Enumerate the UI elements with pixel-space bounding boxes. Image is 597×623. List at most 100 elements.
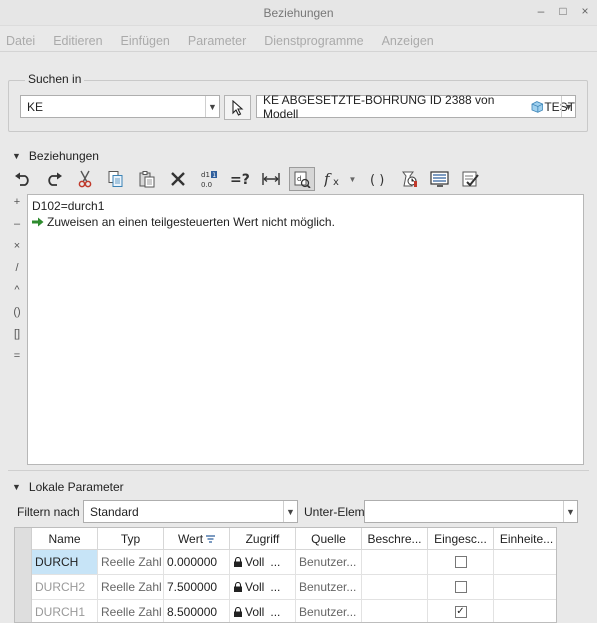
cell-zugriff-more[interactable]: ...: [270, 580, 280, 594]
sub-elem-select[interactable]: ▼: [364, 500, 578, 523]
operator-minus-button[interactable]: –: [10, 218, 24, 240]
cell-zugriff-more[interactable]: ...: [270, 555, 280, 569]
operator-equals-button[interactable]: =: [10, 350, 24, 372]
table-row[interactable]: DURCH Reelle Zahl 0.000000 Voll ... Benu…: [32, 550, 556, 575]
cell-name[interactable]: DURCH: [32, 550, 98, 575]
cell-zugriff-value: Voll: [245, 580, 265, 594]
menu-einfuegen[interactable]: Einfügen: [121, 30, 170, 51]
verify-icon[interactable]: [458, 167, 484, 191]
cell-einheiten[interactable]: [494, 600, 556, 622]
cell-wert[interactable]: 8.500000: [164, 600, 230, 622]
checkbox[interactable]: [454, 581, 467, 593]
chevron-down-icon[interactable]: ▼: [283, 501, 297, 522]
cell-zugriff[interactable]: Voll ...: [230, 600, 296, 622]
function-icon[interactable]: fx ▼: [320, 167, 360, 191]
collapse-triangle-icon[interactable]: ▼: [12, 151, 21, 161]
cell-einheiten[interactable]: [494, 550, 556, 575]
checkbox[interactable]: [454, 556, 467, 568]
relation-error-text: Zuweisen an einen teilgesteuerten Wert n…: [47, 215, 335, 229]
cell-eingeschraenkt[interactable]: [428, 550, 494, 575]
filter-select[interactable]: Standard ▼: [83, 500, 298, 523]
undo-icon[interactable]: [10, 167, 36, 191]
cell-name[interactable]: DURCH2: [32, 575, 98, 600]
cell-zugriff[interactable]: Voll ...: [230, 550, 296, 575]
cell-name[interactable]: DURCH1: [32, 600, 98, 622]
cell-einheiten[interactable]: [494, 575, 556, 600]
paste-icon[interactable]: [134, 167, 160, 191]
unit-check-icon[interactable]: [396, 167, 422, 191]
chevron-down-icon[interactable]: ▼: [563, 501, 577, 522]
title-bar: Beziehungen – □ ×: [0, 0, 597, 26]
delete-icon[interactable]: [165, 167, 191, 191]
column-header-wert[interactable]: Wert: [164, 528, 230, 550]
cell-wert[interactable]: 0.000000: [164, 550, 230, 575]
cell-quelle[interactable]: Benutzer...: [296, 600, 362, 622]
evaluate-icon[interactable]: =?: [227, 167, 253, 191]
column-header-zugriff[interactable]: Zugriff: [230, 528, 296, 550]
column-header-beschreibung[interactable]: Beschre...: [362, 528, 428, 550]
sort-icon[interactable]: d1 0.0 1: [196, 167, 222, 191]
type-select-value: KE: [27, 99, 44, 114]
collapse-triangle-icon[interactable]: ▼: [12, 482, 21, 492]
svg-text:0.0: 0.0: [201, 181, 212, 189]
table-row[interactable]: DURCH2 Reelle Zahl 7.500000 Voll ... Ben…: [32, 575, 556, 600]
operator-plus-button[interactable]: +: [10, 196, 24, 218]
cell-typ[interactable]: Reelle Zahl: [98, 575, 164, 600]
local-params-section-header[interactable]: ▼ Lokale Parameter: [12, 480, 124, 494]
menu-dienstprogramme[interactable]: Dienstprogramme: [264, 30, 363, 51]
checkbox-checked[interactable]: ✓: [454, 606, 467, 618]
column-header-name[interactable]: Name: [32, 528, 98, 550]
operator-brackets-button[interactable]: []: [10, 328, 24, 350]
chevron-down-icon[interactable]: ▼: [561, 96, 575, 117]
cut-icon[interactable]: [72, 167, 98, 191]
cell-beschreibung[interactable]: [362, 575, 428, 600]
cell-typ[interactable]: Reelle Zahl: [98, 600, 164, 622]
cell-wert[interactable]: 7.500000: [164, 575, 230, 600]
operator-parentheses-button[interactable]: (): [10, 306, 24, 328]
operator-multiply-button[interactable]: ×: [10, 240, 24, 262]
operator-power-button[interactable]: ^: [10, 284, 24, 306]
menu-parameter[interactable]: Parameter: [188, 30, 246, 51]
menu-editieren[interactable]: Editieren: [53, 30, 102, 51]
cell-typ[interactable]: Reelle Zahl: [98, 550, 164, 575]
cell-eingeschraenkt[interactable]: ✓: [428, 600, 494, 622]
target-select-value: KE ABGESETZTE-BOHRUNG ID 2388 von Modell: [263, 92, 495, 121]
row-header-strip: [15, 528, 32, 622]
type-select[interactable]: KE ▼: [20, 95, 220, 118]
display-icon[interactable]: [427, 167, 453, 191]
maximize-button[interactable]: □: [557, 4, 569, 18]
measure-icon[interactable]: [258, 167, 284, 191]
chevron-down-icon[interactable]: ▼: [205, 96, 219, 117]
column-header-typ[interactable]: Typ: [98, 528, 164, 550]
copy-icon[interactable]: [103, 167, 129, 191]
operator-palette: + – × / ^ () [] =: [10, 196, 24, 372]
cell-quelle[interactable]: Benutzer...: [296, 575, 362, 600]
menu-datei[interactable]: Datei: [6, 30, 35, 51]
cell-beschreibung[interactable]: [362, 600, 428, 622]
cell-quelle[interactable]: Benutzer...: [296, 550, 362, 575]
relation-line[interactable]: D102=durch1: [32, 199, 579, 213]
cell-eingeschraenkt[interactable]: [428, 575, 494, 600]
show-dimension-icon[interactable]: d: [289, 167, 315, 191]
cell-beschreibung[interactable]: [362, 550, 428, 575]
window-title: Beziehungen: [263, 6, 334, 20]
column-header-einheiten[interactable]: Einheite...: [494, 528, 556, 550]
target-select[interactable]: KE ABGESETZTE-BOHRUNG ID 2388 von Modell…: [256, 92, 576, 121]
brackets-icon[interactable]: ( ): [365, 167, 391, 191]
relations-section-header[interactable]: ▼ Beziehungen: [12, 149, 99, 163]
operator-divide-button[interactable]: /: [10, 262, 24, 284]
lock-icon: [234, 582, 242, 592]
table-row[interactable]: DURCH1 Reelle Zahl 8.500000 Voll ... Ben…: [32, 600, 556, 622]
menu-anzeigen[interactable]: Anzeigen: [382, 30, 434, 51]
cell-zugriff[interactable]: Voll ...: [230, 575, 296, 600]
chevron-down-icon[interactable]: ▼: [349, 175, 357, 184]
relations-editor[interactable]: D102=durch1 Zuweisen an einen teilgesteu…: [27, 194, 584, 465]
pick-button[interactable]: [224, 95, 251, 120]
minimize-button[interactable]: –: [535, 4, 547, 18]
close-button[interactable]: ×: [579, 4, 591, 18]
cell-zugriff-more[interactable]: ...: [270, 605, 280, 619]
relations-section-label: Beziehungen: [28, 149, 99, 163]
redo-icon[interactable]: [41, 167, 67, 191]
column-header-quelle[interactable]: Quelle: [296, 528, 362, 550]
column-header-eingeschraenkt[interactable]: Eingesc...: [428, 528, 494, 550]
